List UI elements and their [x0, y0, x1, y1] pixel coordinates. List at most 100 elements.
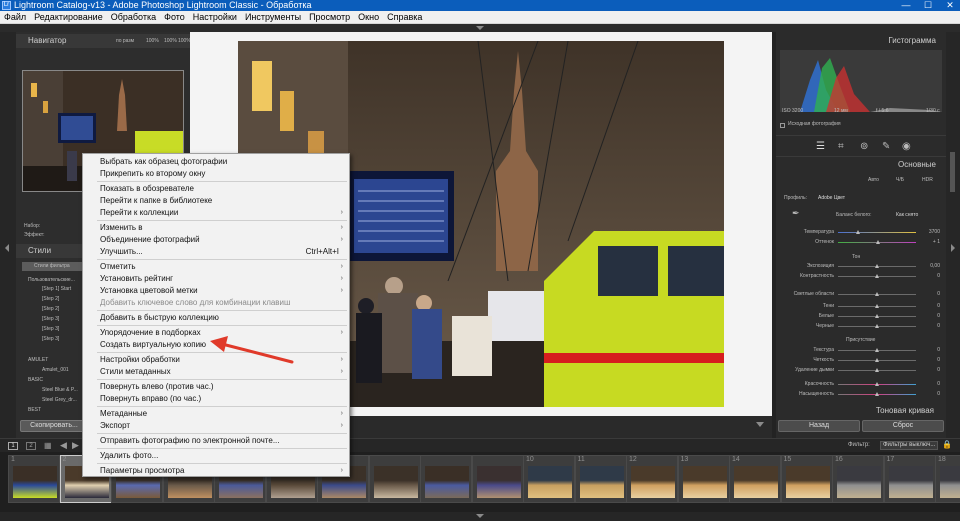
context-menu-item[interactable]: Метаданные ›: [83, 408, 349, 420]
collapse-right-icon[interactable]: [951, 244, 955, 252]
filmstrip-thumbnail[interactable]: [682, 466, 727, 498]
context-menu-item[interactable]: Установка цветовой метки ›: [83, 285, 349, 297]
context-menu-item[interactable]: Изменить в ›: [83, 222, 349, 234]
filmstrip-cell[interactable]: [471, 455, 524, 503]
context-menu-item[interactable]: Удалить фото...: [83, 450, 349, 462]
filmstrip-thumbnail[interactable]: [373, 466, 418, 498]
context-menu-item[interactable]: Отметить ›: [83, 261, 349, 273]
navigator-header[interactable]: Навигатор по разм 100% 100% 100%: [16, 34, 191, 48]
filmstrip-thumbnail[interactable]: [476, 466, 521, 498]
preset-item[interactable]: [Step 2]: [42, 295, 59, 304]
slider-thumb[interactable]: [875, 348, 879, 352]
slider-value[interactable]: 0: [937, 367, 940, 374]
top-panel-collapsed[interactable]: [0, 24, 960, 32]
menu-settings[interactable]: Настройки: [189, 11, 241, 23]
filmstrip-cell[interactable]: 14: [729, 455, 781, 503]
right-scroll-thumb[interactable]: [950, 152, 955, 192]
filmstrip-cell[interactable]: [420, 455, 472, 503]
filmstrip-cell[interactable]: 15: [780, 455, 833, 503]
copy-settings-button[interactable]: Скопировать...: [20, 420, 88, 432]
preset-item[interactable]: Steel Grey_dr...: [42, 396, 77, 405]
filmstrip-cell[interactable]: [368, 455, 421, 503]
reset-button[interactable]: Сброс: [862, 420, 944, 432]
filmstrip-thumbnail[interactable]: [785, 466, 830, 498]
filmstrip-thumbnail[interactable]: [837, 466, 881, 498]
zoom-fit[interactable]: по разм: [116, 34, 134, 48]
preset-item[interactable]: [Step 2]: [42, 305, 59, 314]
right-panel-scrollbar[interactable]: [946, 32, 960, 438]
preset-folder-basic[interactable]: BASIC: [28, 376, 43, 385]
back-arrow-icon[interactable]: ◀: [60, 440, 67, 451]
preset-item[interactable]: [Step 3]: [42, 315, 59, 324]
context-menu-item[interactable]: Установить рейтинг ›: [83, 273, 349, 285]
slider-value[interactable]: + 1: [933, 239, 940, 246]
redeye-tool-icon[interactable]: ◉: [902, 141, 911, 152]
expand-top-icon[interactable]: [476, 26, 484, 30]
slider-thumb[interactable]: [875, 264, 879, 268]
preset-item[interactable]: [Step 3]: [42, 335, 59, 344]
filmstrip-thumbnail[interactable]: [579, 466, 624, 498]
context-menu-item[interactable]: Перейти к папке в библиотеке: [83, 195, 349, 207]
slider-thumb[interactable]: [875, 304, 879, 308]
filmstrip-cell[interactable]: 11: [574, 455, 627, 503]
context-menu-item[interactable]: Улучшить... Ctrl+Alt+I: [83, 246, 349, 258]
eyedropper-icon[interactable]: ✒: [792, 209, 800, 218]
filmstrip-cell[interactable]: 13: [677, 455, 730, 503]
sliders-tool-icon[interactable]: ☰: [816, 141, 825, 152]
preset-folder-amulet[interactable]: AMULET: [28, 356, 48, 365]
slider-value[interactable]: 0: [937, 391, 940, 398]
slider-value[interactable]: 0: [937, 273, 940, 280]
close-button[interactable]: ✕: [940, 0, 960, 11]
filmstrip-cell[interactable]: 16: [832, 455, 884, 503]
filmstrip-cell[interactable]: 10: [523, 455, 575, 503]
page-1-button[interactable]: 1: [8, 442, 18, 450]
histogram-title[interactable]: Гистограмма: [888, 36, 936, 45]
context-menu-item[interactable]: Экспорт ›: [83, 420, 349, 432]
filmstrip-thumbnail[interactable]: [940, 466, 960, 498]
minimize-button[interactable]: —: [896, 0, 916, 11]
context-menu-item[interactable]: Параметры просмотра ›: [83, 465, 349, 477]
slider-thumb[interactable]: [876, 240, 880, 244]
context-menu-item[interactable]: Перейти к коллекции ›: [83, 207, 349, 219]
preset-item[interactable]: Steel Blue & P...: [42, 386, 78, 395]
zoom-100c[interactable]: 100%: [178, 34, 191, 48]
slider-value[interactable]: 0: [937, 323, 940, 330]
back-button[interactable]: Назад: [778, 420, 860, 432]
slider-thumb[interactable]: [875, 274, 879, 278]
filmstrip-thumbnail[interactable]: [425, 466, 469, 498]
slider-track[interactable]: [838, 232, 916, 233]
menu-window[interactable]: Окно: [354, 11, 383, 23]
slider-thumb[interactable]: [875, 358, 879, 362]
context-menu-item[interactable]: Прикрепить ко второму окну: [83, 168, 349, 180]
menu-develop[interactable]: Обработка: [107, 11, 160, 23]
filmstrip-thumbnail[interactable]: [13, 466, 57, 498]
slider-thumb[interactable]: [875, 324, 879, 328]
filmstrip-cell[interactable]: 12: [626, 455, 678, 503]
filmstrip-cell[interactable]: 18: [935, 455, 960, 503]
filmstrip-cell[interactable]: 1: [8, 455, 60, 503]
slider-thumb[interactable]: [875, 292, 879, 296]
slider-thumb[interactable]: [875, 314, 879, 318]
menu-help[interactable]: Справка: [383, 11, 426, 23]
slider-value[interactable]: 3700: [929, 229, 940, 236]
page-2-button[interactable]: 2: [26, 442, 36, 450]
menu-file[interactable]: Файл: [0, 11, 30, 23]
filmstrip-thumbnail[interactable]: [631, 466, 675, 498]
preset-folder-user[interactable]: Пользовательские...: [28, 276, 75, 285]
zoom-100[interactable]: 100%: [146, 34, 159, 48]
filter-select[interactable]: Фильтры выключ...: [880, 441, 938, 450]
slider-value[interactable]: 0: [937, 313, 940, 320]
left-panel-toggle[interactable]: [0, 32, 16, 438]
slider-thumb[interactable]: [875, 382, 879, 386]
heal-tool-icon[interactable]: ⊚: [860, 141, 868, 152]
collapse-left-icon[interactable]: [5, 244, 9, 252]
tone-curve-title[interactable]: Тоновая кривая: [876, 406, 934, 415]
bottom-panel-toggle[interactable]: [0, 512, 960, 521]
slider-value[interactable]: 0: [937, 347, 940, 354]
filmstrip-thumbnail[interactable]: [528, 466, 572, 498]
menu-photo[interactable]: Фото: [160, 11, 189, 23]
slider-thumb[interactable]: [875, 368, 879, 372]
preset-item[interactable]: [Step 3]: [42, 325, 59, 334]
menu-view[interactable]: Просмотр: [305, 11, 354, 23]
zoom-100b[interactable]: 100%: [164, 34, 177, 48]
